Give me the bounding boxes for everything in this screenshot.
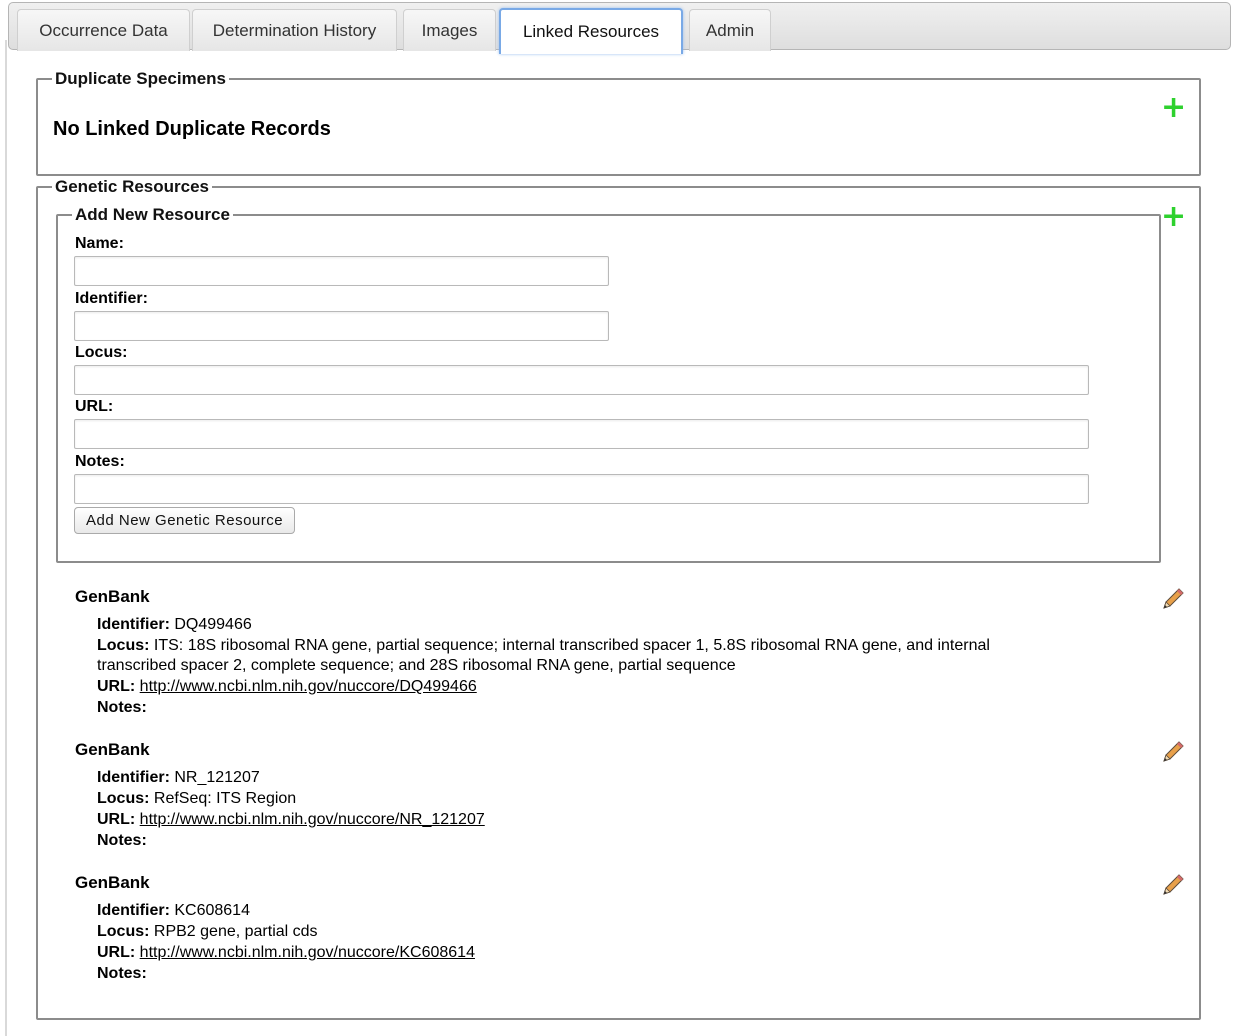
record-notes: Notes:: [97, 830, 147, 851]
record-notes: Notes:: [97, 963, 147, 984]
notes-label: Notes:: [75, 453, 125, 470]
identifier-input[interactable]: [74, 311, 609, 341]
record-url-link[interactable]: http://www.ncbi.nlm.nih.gov/nuccore/NR_1…: [140, 811, 485, 828]
locus-value: RPB2 gene, partial cds: [153, 923, 318, 940]
record-url-link[interactable]: http://www.ncbi.nlm.nih.gov/nuccore/DQ49…: [140, 678, 477, 695]
edit-pencil-icon[interactable]: [1160, 739, 1186, 765]
url-field-label: URL:: [97, 944, 136, 961]
record-identifier: Identifier: NR_121207: [97, 767, 260, 788]
genetic-resources-legend: Genetic Resources: [55, 177, 210, 196]
record-locus-continued: transcribed spacer 2, complete sequence;…: [97, 657, 736, 674]
name-label: Name:: [75, 235, 124, 252]
identifier-value: NR_121207: [174, 769, 260, 786]
record-identifier: Identifier: DQ499466: [97, 614, 252, 635]
duplicate-specimens-legend: Duplicate Specimens: [55, 69, 227, 88]
notes-input[interactable]: [74, 474, 1089, 504]
tab-occurrence-data[interactable]: Occurrence Data: [17, 9, 190, 51]
url-input[interactable]: [74, 419, 1089, 449]
identifier-field-label: Identifier:: [97, 616, 170, 633]
edit-pencil-icon[interactable]: [1160, 586, 1186, 612]
notes-field-label: Notes:: [97, 965, 147, 982]
notes-field-label: Notes:: [97, 699, 147, 716]
record-title: GenBank: [75, 740, 150, 759]
record-title: GenBank: [75, 587, 150, 606]
record-url: URL: http://www.ncbi.nlm.nih.gov/nuccore…: [97, 676, 477, 697]
url-field-label: URL:: [97, 678, 136, 695]
record-title: GenBank: [75, 873, 150, 892]
tab-images[interactable]: Images: [403, 9, 496, 51]
edit-pencil-icon[interactable]: [1160, 872, 1186, 898]
add-new-genetic-resource-button[interactable]: Add New Genetic Resource: [74, 507, 296, 534]
locus-label: Locus:: [75, 344, 128, 361]
record-locus: Locus: RefSeq: ITS Region: [97, 788, 296, 809]
tab-admin[interactable]: Admin: [689, 9, 771, 51]
tab-determination-history[interactable]: Determination History: [192, 9, 397, 51]
identifier-field-label: Identifier:: [97, 902, 170, 919]
identifier-label: Identifier:: [75, 290, 148, 307]
identifier-value: DQ499466: [174, 616, 252, 633]
record-locus: Locus: RPB2 gene, partial cds: [97, 921, 318, 942]
locus-value: ITS: 18S ribosomal RNA gene, partial seq…: [153, 637, 990, 654]
identifier-field-label: Identifier:: [97, 769, 170, 786]
locus-field-label: Locus:: [97, 790, 150, 807]
add-duplicate-plus-icon[interactable]: +: [1161, 93, 1186, 123]
name-input[interactable]: [74, 256, 609, 286]
add-genetic-resource-plus-icon[interactable]: +: [1161, 202, 1186, 232]
record-locus: Locus: ITS: 18S ribosomal RNA gene, part…: [97, 635, 990, 656]
page-left-border: [5, 40, 7, 1036]
record-identifier: Identifier: KC608614: [97, 900, 250, 921]
tab-bar: Occurrence Data Determination History Im…: [8, 2, 1231, 54]
url-label: URL:: [75, 398, 114, 415]
record-notes: Notes:: [97, 697, 147, 718]
locus-value: RefSeq: ITS Region: [153, 790, 297, 807]
tab-linked-resources[interactable]: Linked Resources: [499, 8, 683, 54]
locus-field-label: Locus:: [97, 923, 150, 940]
url-field-label: URL:: [97, 811, 136, 828]
record-url-link[interactable]: http://www.ncbi.nlm.nih.gov/nuccore/KC60…: [140, 944, 475, 961]
identifier-value: KC608614: [174, 902, 250, 919]
no-duplicates-message: No Linked Duplicate Records: [53, 118, 331, 140]
notes-field-label: Notes:: [97, 832, 147, 849]
locus-input[interactable]: [74, 365, 1089, 395]
locus-field-label: Locus:: [97, 637, 150, 654]
add-new-resource-legend: Add New Resource: [75, 205, 230, 224]
record-url: URL: http://www.ncbi.nlm.nih.gov/nuccore…: [97, 942, 475, 963]
record-url: URL: http://www.ncbi.nlm.nih.gov/nuccore…: [97, 809, 485, 830]
